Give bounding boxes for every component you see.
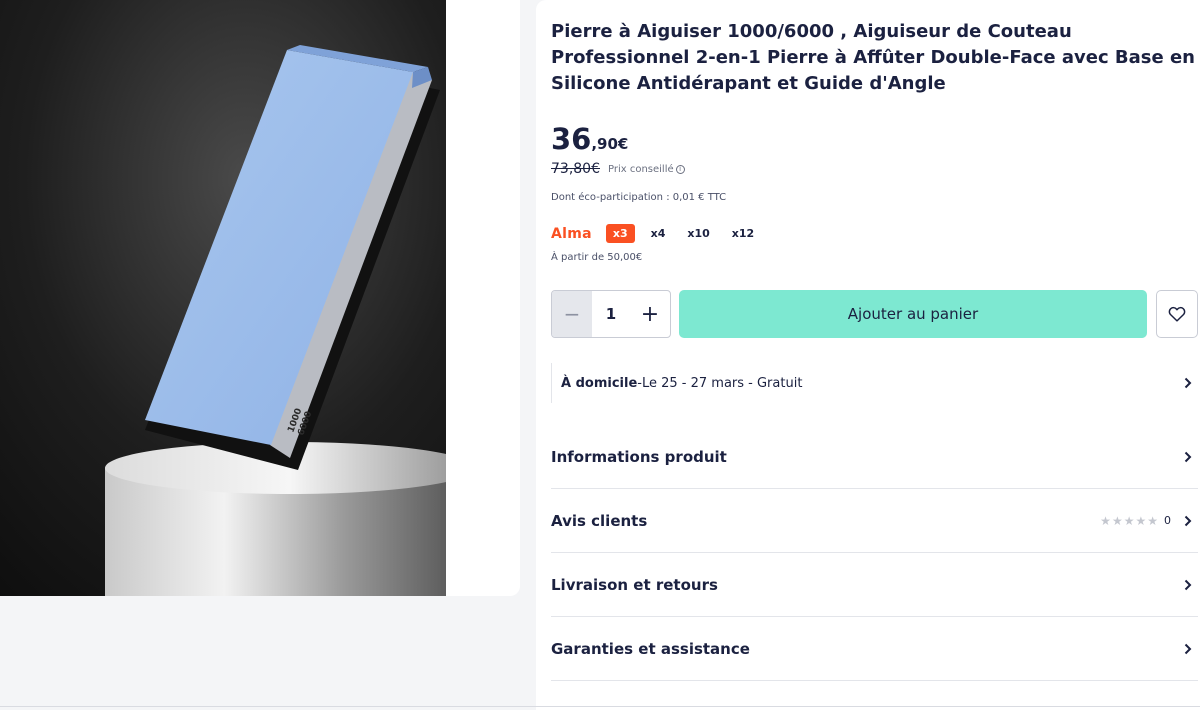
- section-reviews-label: Avis clients: [551, 511, 648, 530]
- delivery-option[interactable]: À domicile - Le 25 - 27 mars - Gratuit: [551, 363, 1198, 403]
- chevron-right-icon: [1184, 515, 1192, 526]
- alma-option-x12[interactable]: x12: [732, 224, 754, 243]
- favorite-button[interactable]: [1156, 290, 1198, 338]
- alma-minimum: À partir de 50,00€: [551, 252, 643, 263]
- product-image-card: 1000 6000: [0, 0, 520, 596]
- current-price: 36,90€: [551, 122, 628, 156]
- star-icon: ★: [1135, 513, 1147, 528]
- alma-option-x4[interactable]: x4: [651, 224, 666, 243]
- product-image[interactable]: 1000 6000: [0, 0, 446, 596]
- star-icon: ★: [1147, 513, 1158, 528]
- review-count: 0: [1164, 514, 1171, 527]
- alma-option-x10[interactable]: x10: [687, 224, 709, 243]
- info-icon[interactable]: i: [675, 164, 685, 174]
- section-reviews[interactable]: Avis clients ★ ★ ★ ★ ★ 0: [551, 489, 1198, 553]
- heart-icon: [1168, 306, 1186, 322]
- star-icon: ★: [1100, 513, 1111, 528]
- quantity-value[interactable]: 1: [592, 305, 630, 323]
- product-title: Pierre à Aiguiser 1000/6000 , Aiguiseur …: [551, 21, 1195, 94]
- section-warranty[interactable]: Garanties et assistance: [551, 617, 1198, 681]
- rating-stars: ★ ★ ★ ★ ★ 0: [1099, 514, 1171, 528]
- chevron-right-icon: [1184, 643, 1192, 654]
- section-product-info-label: Informations produit: [551, 447, 727, 466]
- add-to-cart-button[interactable]: Ajouter au panier: [679, 290, 1147, 338]
- quantity-stepper: − 1 +: [551, 290, 671, 338]
- quantity-increase-button[interactable]: +: [630, 291, 670, 337]
- price-decimal: ,90€: [591, 135, 629, 153]
- alma-installments: Alma x3 x4 x10 x12: [551, 224, 776, 243]
- old-price-row: 73,80€ Prix conseillé i: [551, 161, 685, 177]
- delivery-mode: À domicile: [561, 375, 638, 391]
- star-icon: ★: [1111, 513, 1123, 528]
- page-divider: [0, 706, 1200, 707]
- price-integer: 36: [551, 122, 592, 156]
- quantity-decrease-button[interactable]: −: [552, 291, 592, 337]
- recommended-price-label: Prix conseillé: [608, 163, 674, 175]
- chevron-right-icon: [1184, 451, 1192, 462]
- section-product-info[interactable]: Informations produit: [551, 425, 1198, 489]
- alma-option-x3[interactable]: x3: [605, 224, 635, 243]
- old-price: 73,80€: [551, 161, 600, 177]
- section-shipping-label: Livraison et retours: [551, 575, 718, 594]
- chevron-right-icon: [1184, 579, 1192, 590]
- product-info-panel: Pierre à Aiguiser 1000/6000 , Aiguiseur …: [536, 0, 1200, 710]
- alma-logo: Alma: [551, 225, 592, 242]
- section-warranty-label: Garanties et assistance: [551, 639, 750, 658]
- eco-participation: Dont éco-participation : 0,01 € TTC: [551, 192, 727, 203]
- section-shipping-returns[interactable]: Livraison et retours: [551, 553, 1198, 617]
- delivery-details: Le 25 - 27 mars - Gratuit: [641, 375, 803, 391]
- chevron-right-icon: [1184, 377, 1192, 389]
- star-icon: ★: [1123, 513, 1135, 528]
